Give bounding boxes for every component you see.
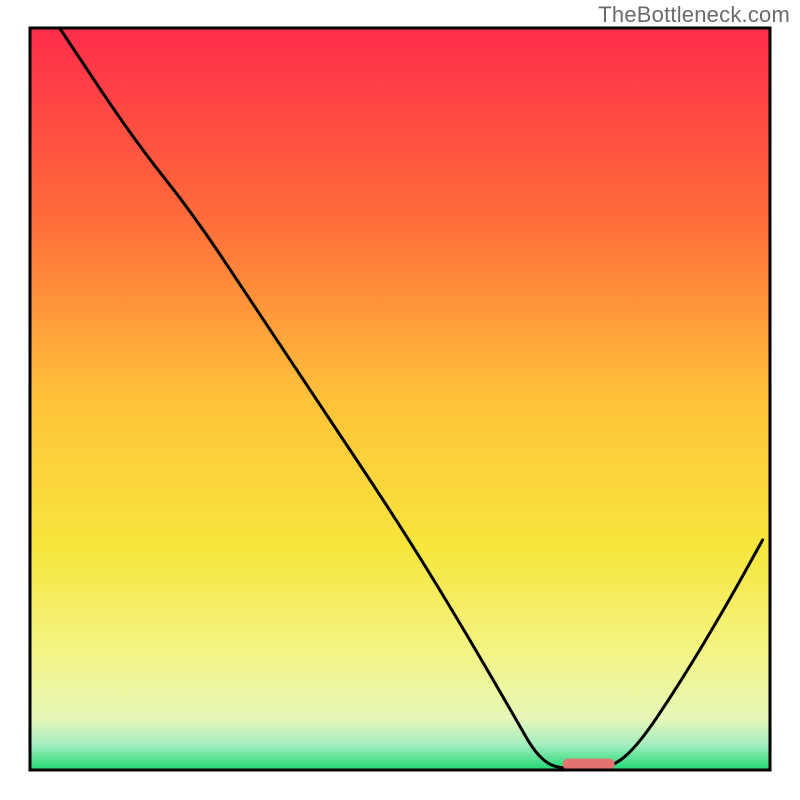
optimal-marker	[563, 759, 615, 770]
chart-container: TheBottleneck.com	[0, 0, 800, 800]
watermark-text: TheBottleneck.com	[598, 2, 790, 28]
bottleneck-chart	[0, 0, 800, 800]
plot-background	[30, 28, 770, 770]
